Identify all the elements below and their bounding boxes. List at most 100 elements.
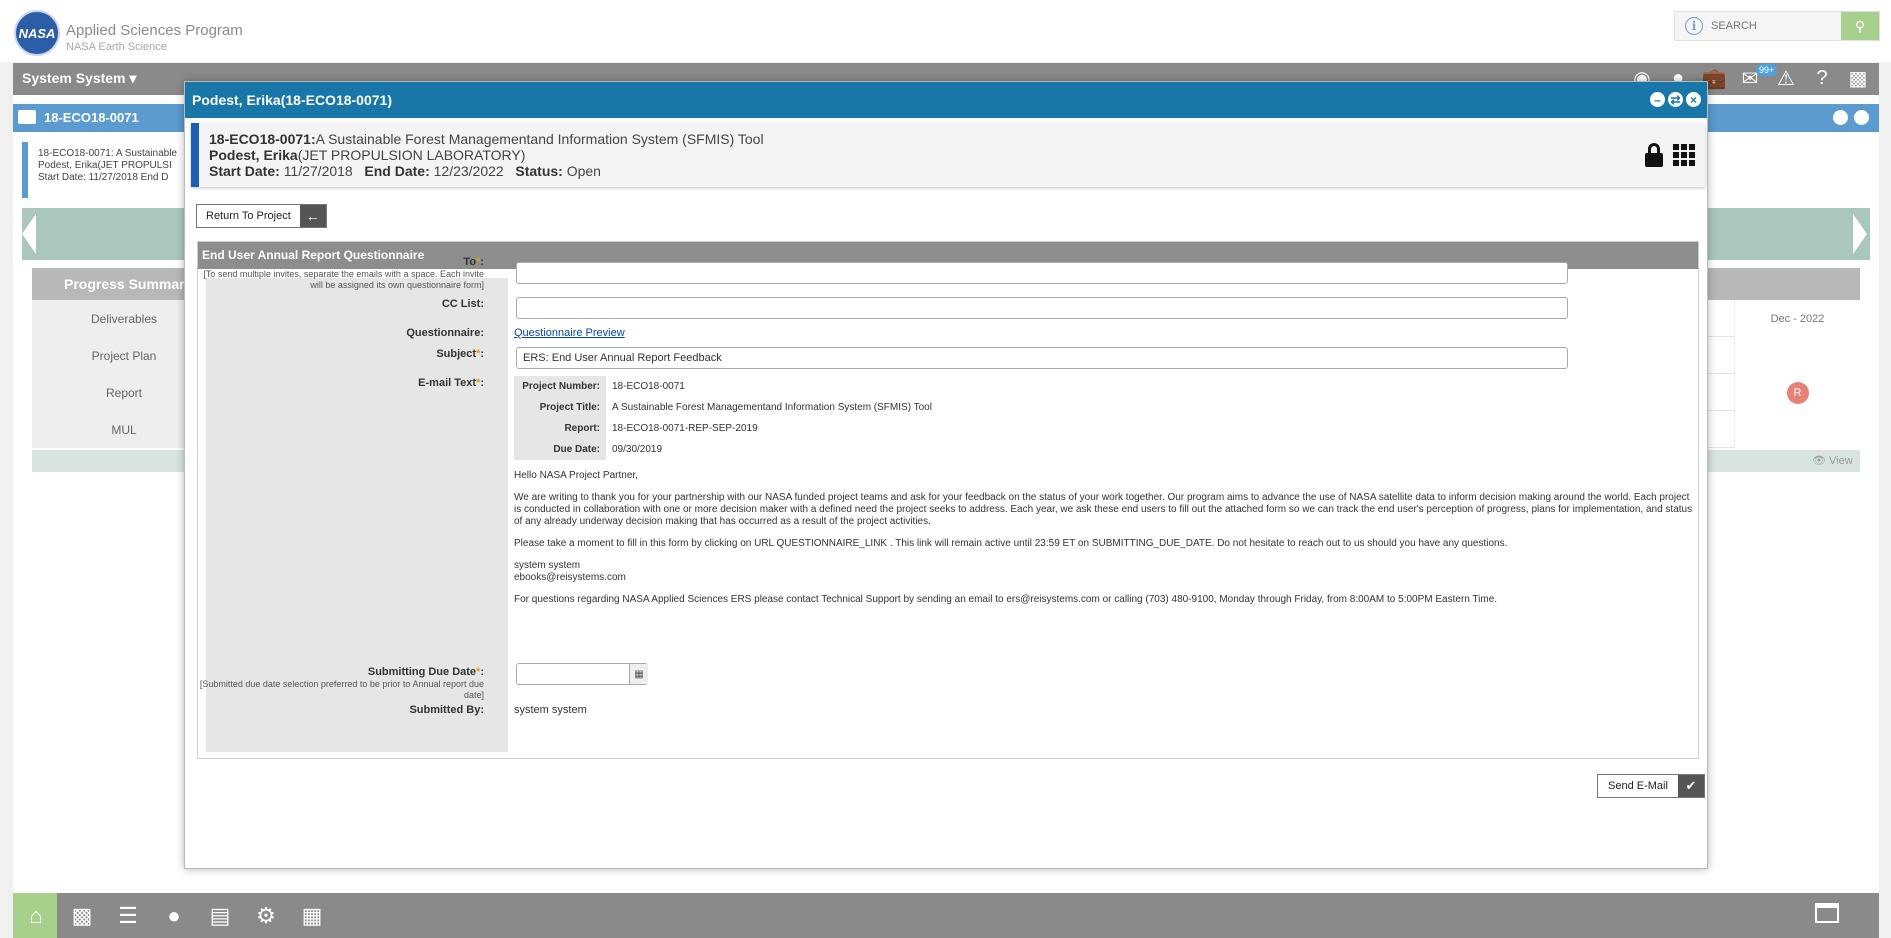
modal-controls: – ⇄ × [1650, 92, 1701, 107]
to-input[interactable] [516, 262, 1568, 284]
field-value: A Sustainable Forest Managementand Infor… [612, 401, 932, 413]
return-button-label: Return To Project [206, 210, 291, 222]
email-paragraph: For questions regarding NASA Applied Sci… [514, 594, 1498, 605]
calendar-icon[interactable]: ▦ [289, 893, 335, 938]
cc-input[interactable] [516, 297, 1568, 319]
check-icon: ✔ [1677, 775, 1704, 797]
submitted-by-label: Submitted By: [409, 704, 484, 716]
project-card-line: Podest, Erika(JET PROPULSI [38, 160, 172, 171]
status-value: Open [566, 163, 601, 179]
search-input[interactable] [1711, 20, 1829, 32]
send-button-label: Send E-Mail [1608, 780, 1668, 792]
project-info-card: 18-ECO18-0071:A Sustainable Forest Manag… [191, 123, 1705, 187]
chat-icon[interactable]: ▩ [1846, 66, 1870, 90]
briefcase-icon [18, 110, 36, 124]
minimize-icon[interactable]: – [1650, 92, 1665, 107]
questionnaire-section: End User Annual Report Questionnaire To*… [197, 241, 1699, 759]
project-number: 18-ECO18-0071: [209, 131, 316, 147]
due-date-note: [Submitted due date selection preferred … [199, 679, 484, 700]
system-user-menu[interactable]: System System ▾ [22, 70, 136, 87]
dates-line: Start Date: 11/27/2018 End Date: 12/23/2… [209, 163, 1695, 179]
email-text-label: E-mail Text*: [418, 377, 484, 389]
pi-line: Podest, Erika(JET PROPULSION LABORATORY) [209, 147, 1695, 163]
email-greeting: Hello NASA Project Partner, [514, 470, 638, 481]
to-note: [To send multiple invites, separate the … [203, 269, 484, 290]
end-label: End Date: [364, 163, 430, 179]
view-label: View [1829, 455, 1853, 467]
modal-titlebar: Podest, Erika(18-ECO18-0071) – ⇄ × [185, 82, 1707, 118]
submitted-by-value: system system [514, 704, 587, 716]
table-cell: R [1734, 374, 1860, 411]
project-card-line: 18-ECO18-0071: A Sustainable [38, 148, 177, 159]
due-date-label: Submitting Due Date*: [367, 666, 484, 678]
carousel-prev-icon[interactable] [22, 214, 36, 254]
close-icon[interactable]: × [1686, 92, 1701, 107]
field-value: 18-ECO18-0071 [612, 380, 685, 392]
lock-icon[interactable] [1645, 143, 1663, 167]
card-icons [1645, 143, 1695, 167]
eye-icon: 👁 [1812, 455, 1826, 467]
minimize-icon[interactable] [1833, 110, 1848, 125]
briefcase-icon[interactable]: ▩ [59, 893, 105, 938]
pi-name: Podest, Erika [209, 147, 298, 163]
bottom-toolbar-icons: ⌂ ▩ ☰ ● ▤ ⚙ ▦ [13, 893, 335, 938]
due-date-field[interactable]: ▦ [516, 663, 648, 685]
field-key: Project Title: [514, 397, 606, 418]
home-icon[interactable]: ⌂ [13, 893, 59, 938]
logo-text: NASA [18, 25, 56, 41]
gear-icon[interactable]: ⚙ [243, 893, 289, 938]
project-modal: Podest, Erika(18-ECO18-0071) – ⇄ × 18-EC… [184, 81, 1708, 869]
return-to-project-button[interactable]: Return To Project ← [196, 204, 327, 228]
status-label: Status: [515, 163, 563, 179]
chart-icon[interactable]: ▤ [197, 893, 243, 938]
help-icon[interactable]: ? [1810, 66, 1834, 90]
list-icon[interactable]: ☰ [105, 893, 151, 938]
cc-label: CC List: [441, 298, 484, 310]
project-title: A Sustainable Forest Managementand Infor… [315, 131, 764, 147]
arrow-left-icon: ← [299, 205, 326, 227]
table-cell [1734, 411, 1860, 448]
email-field-row: Report: 18-ECO18-0071-REP-SEP-2019 [514, 418, 1694, 439]
window-icon[interactable] [1815, 903, 1839, 923]
project-title-line: 18-ECO18-0071:A Sustainable Forest Manag… [209, 131, 1695, 147]
alert-icon[interactable]: ⚠ [1774, 66, 1798, 90]
email-field-row: Due Date: 09/30/2019 [514, 439, 1694, 460]
field-key: Project Number: [514, 376, 606, 397]
brand-subtitle: NASA Earth Science [66, 41, 167, 53]
subject-label: Subject*: [436, 348, 484, 360]
modal-title: Podest, Erika(18-ECO18-0071) [192, 92, 392, 108]
questionnaire-label: Questionnaire: [406, 327, 484, 339]
email-text-body[interactable]: Project Number: 18-ECO18-0071 Project Tit… [514, 376, 1694, 606]
view-link[interactable]: 👁 View [1812, 454, 1853, 467]
pi-org: (JET PROPULSION LABORATORY) [297, 147, 526, 163]
carousel-next-icon[interactable] [1853, 214, 1867, 254]
field-value: 18-ECO18-0071-REP-SEP-2019 [612, 422, 758, 434]
apps-grid-icon[interactable] [1673, 144, 1695, 166]
email-field-row: Project Title: A Sustainable Forest Manag… [514, 397, 1694, 418]
info-icon[interactable]: i [1685, 17, 1703, 35]
questionnaire-preview-link[interactable]: Questionnaire Preview [514, 327, 625, 339]
send-email-button[interactable]: Send E-Mail ✔ [1597, 774, 1705, 798]
email-paragraph: We are writing to thank you for your par… [514, 492, 1693, 527]
nasa-logo[interactable]: NASA [14, 10, 60, 56]
project-bar-controls [1833, 110, 1869, 125]
menu-icon[interactable] [1854, 110, 1869, 125]
subject-input[interactable] [516, 347, 1568, 369]
project-bar-title: 18-ECO18-0071 [44, 110, 139, 125]
email-signature-email: ebooks@reisystems.com [514, 572, 626, 583]
top-header [0, 0, 1891, 62]
restore-icon[interactable]: ⇄ [1668, 92, 1683, 107]
to-label: To*: [463, 256, 484, 268]
field-key: Due Date: [514, 439, 606, 460]
notification-badge: 99+ [1756, 64, 1778, 76]
person-icon[interactable]: ● [151, 893, 197, 938]
search-icon: ⚲ [1854, 17, 1866, 34]
end-value: 12/23/2022 [433, 163, 504, 179]
calendar-icon[interactable]: ▦ [629, 664, 648, 684]
email-signature-name: system system [514, 560, 581, 571]
month-header: Dec - 2022 [1734, 300, 1860, 337]
report-badge[interactable]: R [1786, 381, 1809, 404]
search-button[interactable]: ⚲ [1841, 12, 1879, 40]
project-card: 18-ECO18-0071: A Sustainable Podest, Eri… [22, 142, 202, 198]
brand-title: Applied Sciences Program [66, 22, 243, 39]
